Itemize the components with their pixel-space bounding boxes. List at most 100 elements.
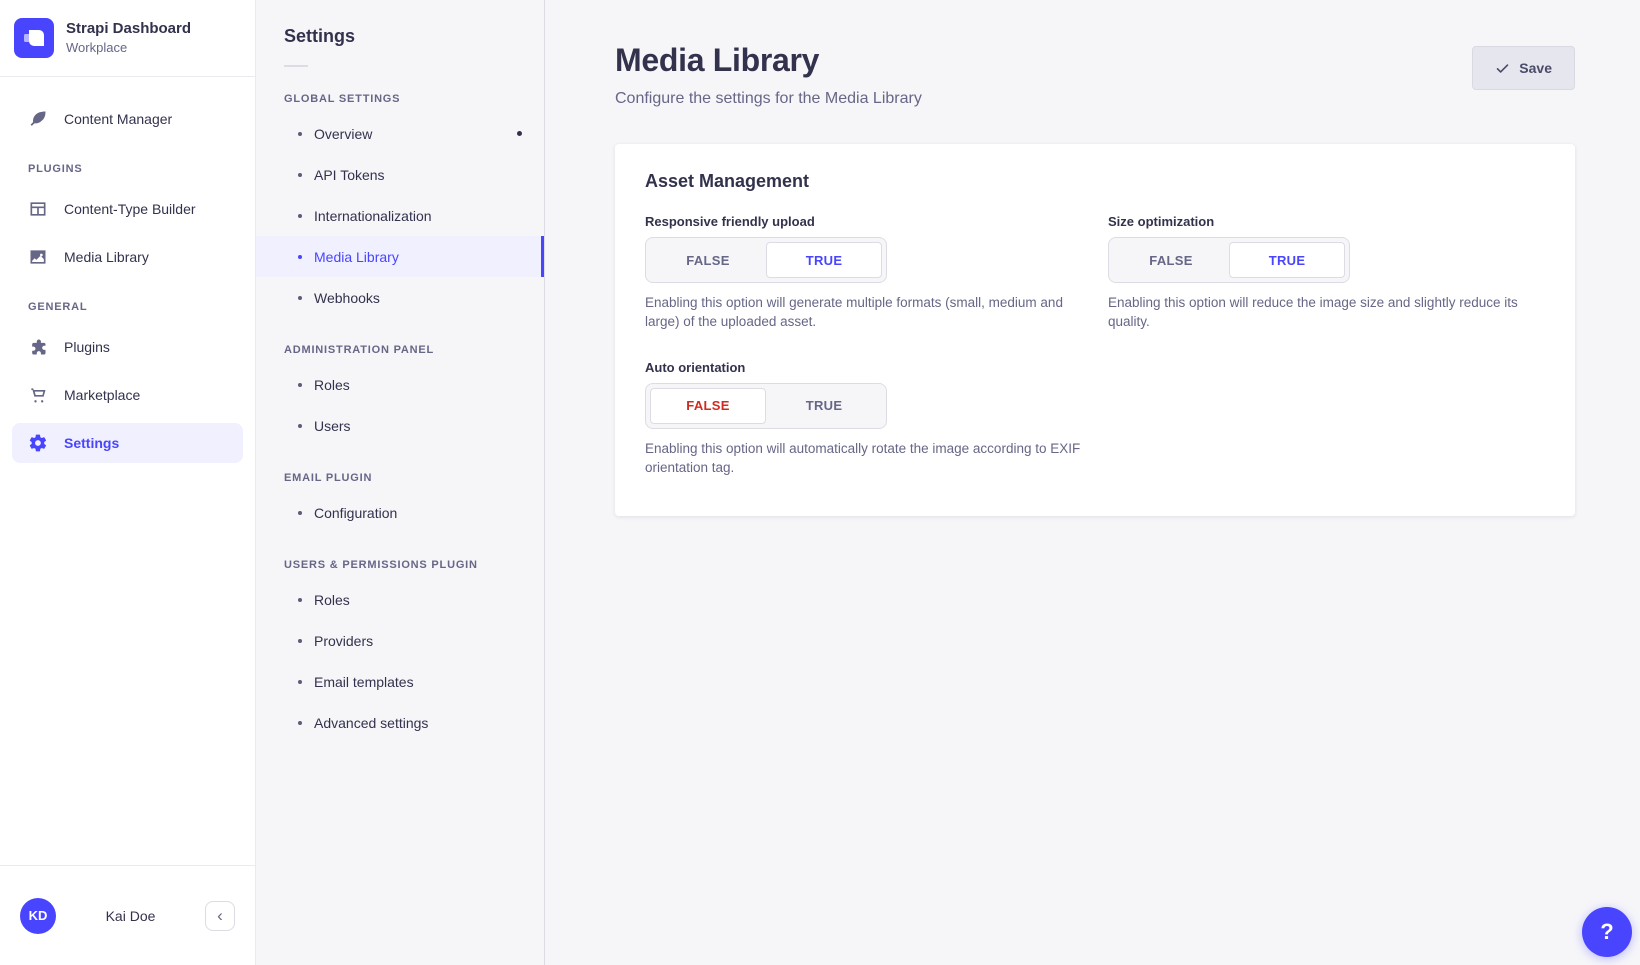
field-label: Responsive friendly upload [645,214,1082,229]
sidebar-item-label: Marketplace [64,387,140,403]
subnav-item-up-email-templates[interactable]: Email templates [256,661,544,702]
sidebar-item-label: Content-Type Builder [64,201,196,217]
asset-management-panel: Asset Management Responsive friendly upl… [615,144,1575,516]
subnav-item-overview[interactable]: Overview [256,113,544,154]
toggle-option-false[interactable]: FALSE [650,242,766,278]
bullet-icon [298,721,302,725]
layout-grid-icon [28,199,48,219]
question-mark-icon: ? [1600,919,1613,945]
bullet-icon [298,598,302,602]
sidebar-item-label: Content Manager [64,111,172,127]
subnav-item-label: Internationalization [314,208,432,224]
bullet-icon [298,383,302,387]
field-label: Size optimization [1108,214,1545,229]
main-content: Media Library Configure the settings for… [545,0,1640,965]
subnav-item-up-advanced-settings[interactable]: Advanced settings [256,702,544,743]
bullet-icon [298,424,302,428]
gear-icon [28,433,48,453]
save-button-label: Save [1519,60,1552,76]
subnav-item-media-library[interactable]: Media Library [256,236,544,277]
toggle-option-true[interactable]: TRUE [766,388,882,424]
subnav-item-label: Overview [314,126,372,142]
subnav-item-api-tokens[interactable]: API Tokens [256,154,544,195]
subnav-section-administration-panel: ADMINISTRATION PANEL [256,344,544,356]
sidebar-item-marketplace[interactable]: Marketplace [12,375,243,415]
sidebar-section-plugins: PLUGINS [12,163,243,175]
brand-header[interactable]: Strapi Dashboard Workplace [0,0,255,77]
notification-dot-icon [517,131,522,136]
auto-orientation-toggle: FALSE TRUE [645,383,887,429]
sidebar-nav: Content Manager PLUGINS Content-Type Bui… [0,77,255,865]
sidebar-item-settings[interactable]: Settings [12,423,243,463]
strapi-logo-icon [14,18,54,58]
field-auto-orientation: Auto orientation FALSE TRUE Enabling thi… [645,360,1082,478]
page-subtitle: Configure the settings for the Media Lib… [615,90,922,108]
settings-subnav: Settings GLOBAL SETTINGS Overview API To… [256,0,545,965]
sidebar-item-plugins[interactable]: Plugins [12,327,243,367]
field-label: Auto orientation [645,360,1082,375]
page-title: Media Library [615,42,922,79]
subnav-item-label: Users [314,418,351,434]
check-icon [1495,61,1510,76]
collapse-sidebar-button[interactable]: ‹ [205,901,235,931]
subnav-item-label: Configuration [314,505,397,521]
subnav-item-webhooks[interactable]: Webhooks [256,277,544,318]
subnav-item-label: Roles [314,377,350,393]
toggle-option-false[interactable]: FALSE [650,388,766,424]
sidebar-item-content-manager[interactable]: Content Manager [12,99,243,139]
sidebar-item-label: Media Library [64,249,149,265]
avatar[interactable]: KD [20,898,56,934]
subnav-title: Settings [256,26,544,47]
toggle-option-true[interactable]: TRUE [1229,242,1345,278]
bullet-icon [298,639,302,643]
bullet-icon [298,296,302,300]
brand-subtitle: Workplace [66,40,191,56]
field-hint: Enabling this option will reduce the ima… [1108,294,1545,332]
sidebar-item-media-library[interactable]: Media Library [12,237,243,277]
field-size-optimization: Size optimization FALSE TRUE Enabling th… [1108,214,1545,332]
toggle-option-false[interactable]: FALSE [1113,242,1229,278]
toggle-option-true[interactable]: TRUE [766,242,882,278]
subnav-item-email-configuration[interactable]: Configuration [256,492,544,533]
subnav-item-admin-users[interactable]: Users [256,405,544,446]
field-hint: Enabling this option will automatically … [645,440,1082,478]
size-optimization-toggle: FALSE TRUE [1108,237,1350,283]
subnav-section-global-settings: GLOBAL SETTINGS [256,93,544,105]
subnav-item-up-providers[interactable]: Providers [256,620,544,661]
responsive-friendly-upload-toggle: FALSE TRUE [645,237,887,283]
subnav-item-up-roles[interactable]: Roles [256,579,544,620]
sidebar-item-content-type-builder[interactable]: Content-Type Builder [12,189,243,229]
subnav-item-label: Roles [314,592,350,608]
chevron-left-icon: ‹ [217,907,223,924]
subnav-item-label: Media Library [314,249,399,265]
main-sidebar: Strapi Dashboard Workplace Content Manag… [0,0,256,965]
sidebar-section-general: GENERAL [12,301,243,313]
help-button[interactable]: ? [1582,907,1632,957]
bullet-icon [298,680,302,684]
brand-title: Strapi Dashboard [66,20,191,38]
bullet-icon [298,173,302,177]
subnav-item-label: Webhooks [314,290,380,306]
subnav-item-label: API Tokens [314,167,385,183]
subnav-item-label: Email templates [314,674,414,690]
picture-icon [28,247,48,267]
field-hint: Enabling this option will generate multi… [645,294,1082,332]
bullet-icon [298,132,302,136]
subnav-section-users-permissions-plugin: USERS & PERMISSIONS PLUGIN [256,559,544,571]
bullet-icon [298,511,302,515]
user-name: Kai Doe [56,908,205,924]
feather-pen-icon [28,109,48,129]
subnav-item-label: Providers [314,633,373,649]
subnav-section-email-plugin: EMAIL PLUGIN [256,472,544,484]
sidebar-item-label: Settings [64,435,119,451]
bullet-icon [298,214,302,218]
subnav-divider [284,65,308,67]
page-header: Media Library Configure the settings for… [545,0,1640,108]
subnav-item-internationalization[interactable]: Internationalization [256,195,544,236]
sidebar-footer: KD Kai Doe ‹ [0,865,255,965]
save-button[interactable]: Save [1472,46,1575,90]
subnav-item-label: Advanced settings [314,715,428,731]
panel-title: Asset Management [645,171,1545,192]
shopping-cart-icon [28,385,48,405]
subnav-item-admin-roles[interactable]: Roles [256,364,544,405]
